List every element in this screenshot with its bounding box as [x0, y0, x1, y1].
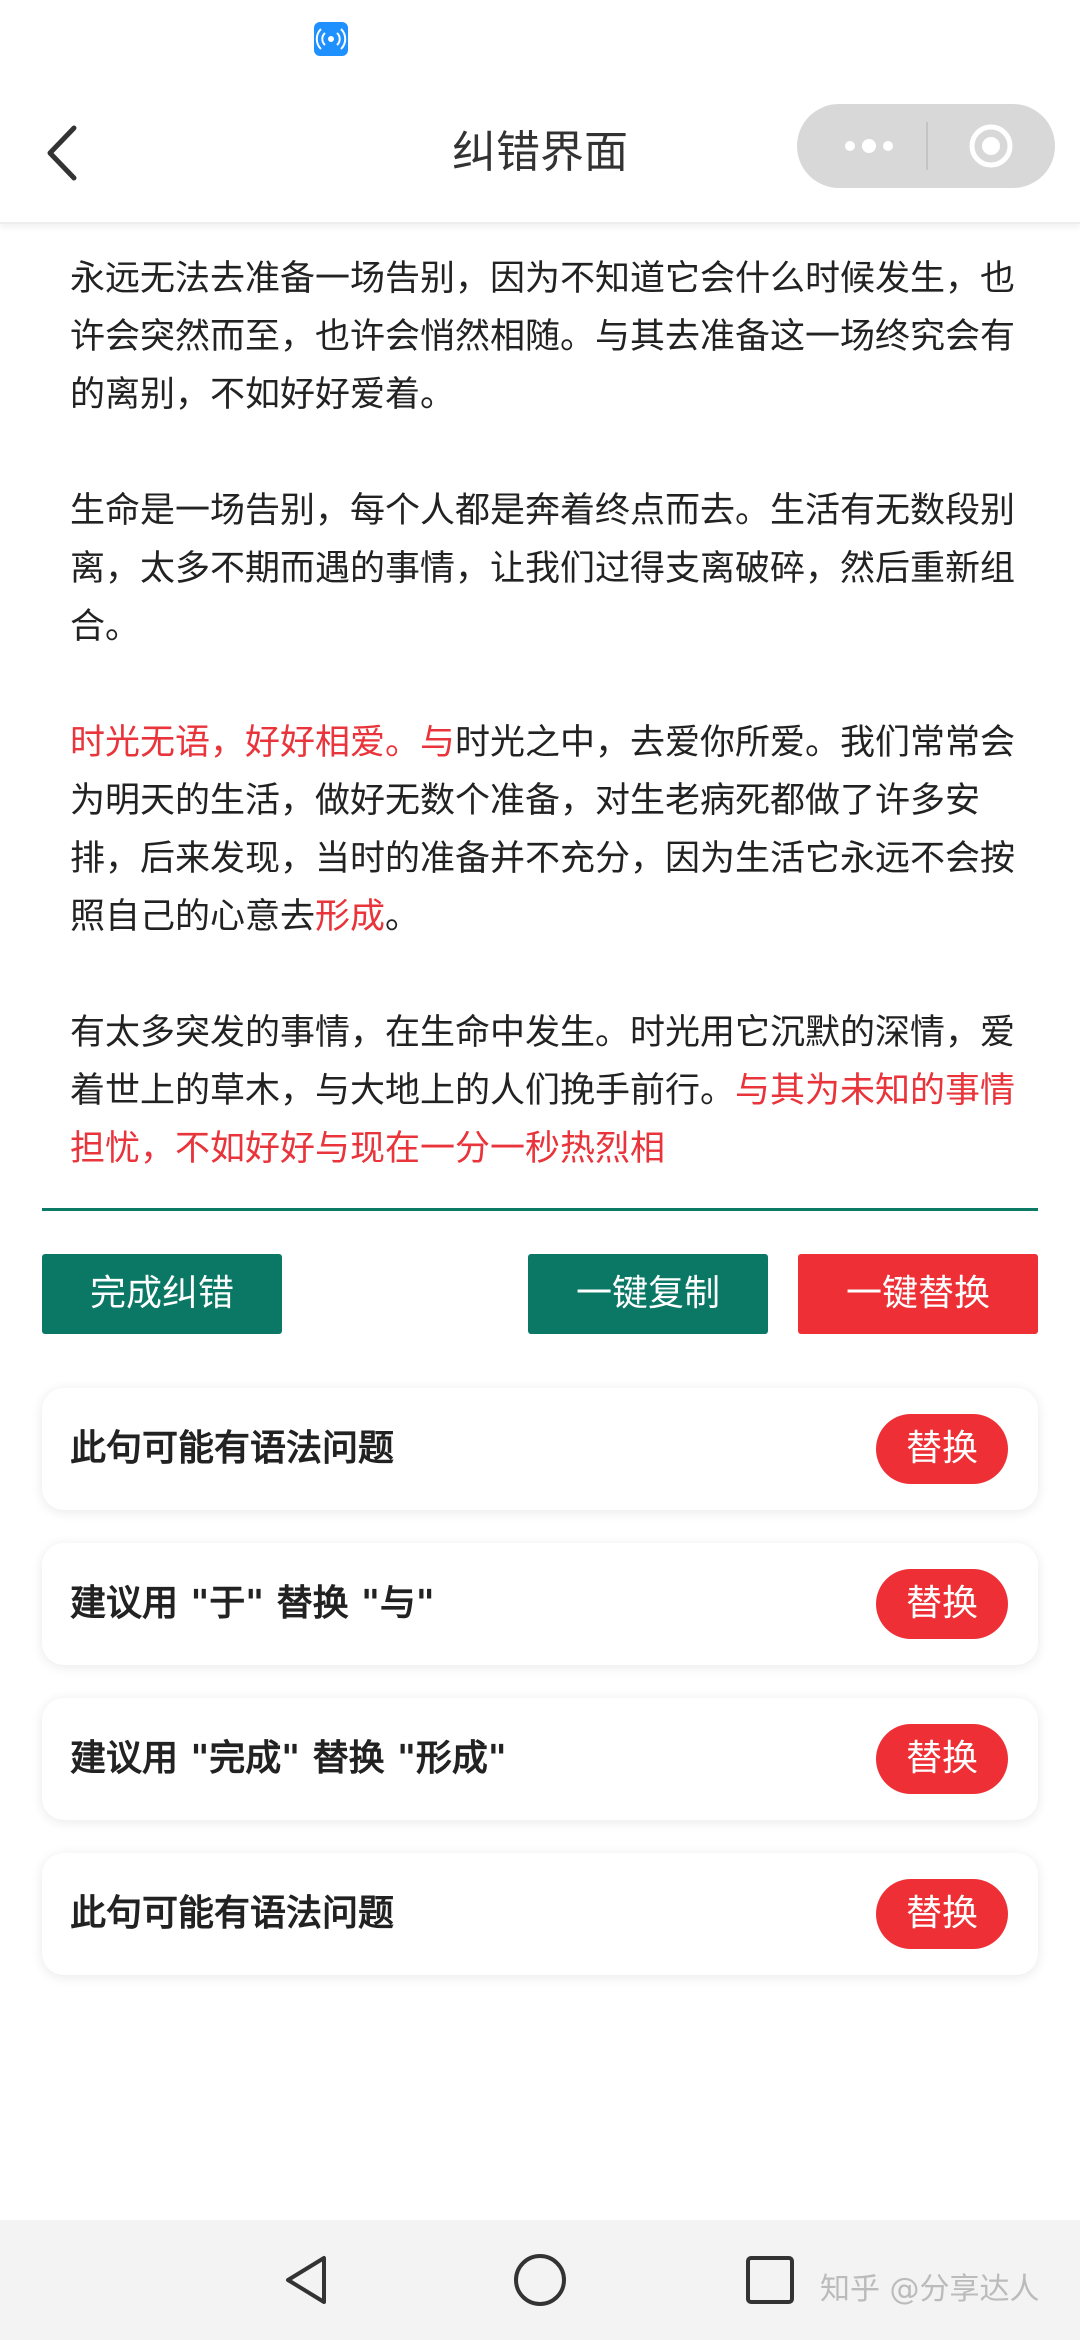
capsule-divider	[926, 122, 928, 170]
error-highlight: 时光无语，好好相爱。与	[70, 723, 456, 763]
replace-button[interactable]: 替换	[876, 1879, 1008, 1949]
suggestion-card: 此句可能有语法问题 替换	[42, 1853, 1038, 1975]
suggestion-text: 此句可能有语法问题	[70, 1428, 395, 1469]
replace-all-button[interactable]: 一键替换	[798, 1254, 1038, 1334]
suggestion-text: 建议用 "完成" 替换 "形成"	[70, 1738, 507, 1779]
nav-home-icon[interactable]	[510, 2250, 570, 2310]
paragraph-4: 有太多突发的事情，在生命中发生。时光用它沉默的深情，爱着世上的草木，与大地上的人…	[70, 1004, 1020, 1178]
divider	[42, 1208, 1038, 1211]
replace-button[interactable]: 替换	[876, 1414, 1008, 1484]
replace-button[interactable]: 替换	[876, 1569, 1008, 1639]
suggestion-card: 建议用 "完成" 替换 "形成" 替换	[42, 1698, 1038, 1820]
paragraph-2: 生命是一场告别，每个人都是奔着终点而去。生活有无数段别离，太多不期而遇的事情，让…	[70, 491, 1016, 647]
watermark: 知乎 @分享达人	[820, 2272, 1040, 2307]
suggestion-text: 建议用 "于" 替换 "与"	[70, 1583, 435, 1624]
replace-button[interactable]: 替换	[876, 1724, 1008, 1794]
hotspot-icon	[314, 22, 348, 56]
nav-recents-icon[interactable]	[740, 2250, 800, 2310]
nav-back-icon[interactable]	[278, 2250, 338, 2310]
status-bar	[0, 0, 1080, 80]
close-miniprogram-icon[interactable]	[967, 122, 1015, 170]
paragraph-3: 时光无语，好好相爱。与时光之中，去爱你所爱。我们常常会为明天的生活，做好无数个准…	[70, 714, 1020, 946]
miniprogram-capsule	[797, 104, 1055, 188]
copy-all-button[interactable]: 一键复制	[528, 1254, 768, 1334]
finish-correction-button[interactable]: 完成纠错	[42, 1254, 282, 1334]
suggestion-card: 建议用 "于" 替换 "与" 替换	[42, 1543, 1038, 1665]
suggestion-card: 此句可能有语法问题 替换	[42, 1388, 1038, 1510]
paragraph-text: 。	[385, 897, 421, 937]
text-content[interactable]: 永远无法去准备一场告别，因为不知道它会什么时候发生，也许会突然而至，也许会悄然相…	[70, 250, 1020, 1236]
navigation-bar: 纠错界面	[0, 80, 1080, 224]
more-icon[interactable]	[833, 104, 905, 188]
suggestion-text: 此句可能有语法问题	[70, 1893, 395, 1934]
paragraph-1: 永远无法去准备一场告别，因为不知道它会什么时候发生，也许会突然而至，也许会悄然相…	[70, 259, 1016, 415]
error-highlight: 形成	[315, 897, 386, 937]
